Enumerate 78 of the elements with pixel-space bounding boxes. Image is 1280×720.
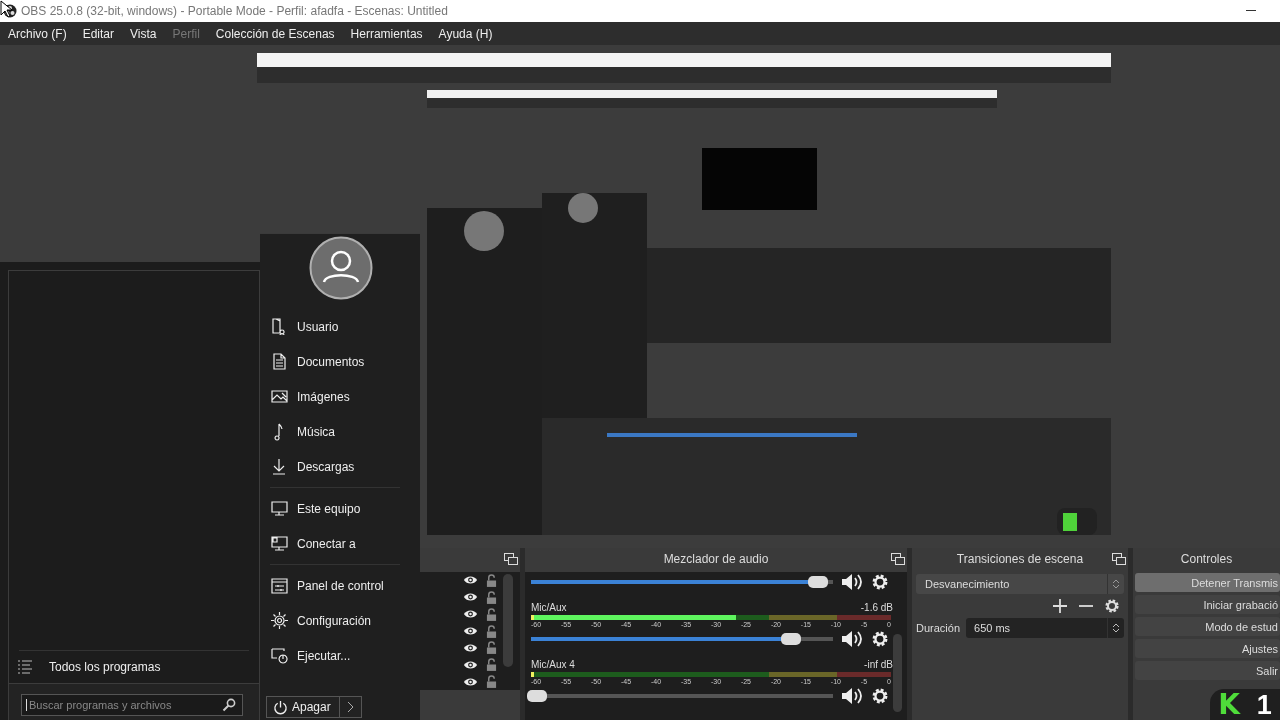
undock-icon[interactable] (891, 553, 905, 565)
settings-icon[interactable] (871, 687, 889, 705)
eye-icon[interactable] (463, 609, 478, 620)
transition-dropdown[interactable]: Desvanecimiento (916, 574, 1124, 594)
control-button[interactable]: Salir (1135, 661, 1280, 680)
menu-item[interactable]: Vista (122, 26, 165, 41)
all-programs-item[interactable]: Todos los programas (9, 651, 259, 683)
logo-letter: K (1218, 689, 1240, 720)
control-button[interactable]: Iniciar grabació (1135, 595, 1280, 614)
speaker-icon[interactable] (841, 687, 863, 705)
start-menu-item[interactable]: Panel de control (270, 568, 400, 603)
menu-item[interactable]: Colección de Escenas (207, 26, 343, 41)
dock-title: Transiciones de escena (956, 552, 1084, 566)
spinner-arrows-icon[interactable] (1112, 622, 1120, 634)
logo-number: 1 (1256, 689, 1272, 720)
start-menu-item[interactable]: Descargas (270, 449, 400, 484)
channel-name: Mic/Aux 4 (531, 659, 575, 670)
start-menu-item[interactable]: Usuario (270, 309, 400, 344)
lock-icon[interactable] (486, 658, 497, 672)
avatar[interactable] (309, 236, 373, 300)
chevron-right-icon (346, 701, 355, 713)
list-icon (17, 659, 33, 675)
duration-field[interactable]: 650 ms (966, 618, 1124, 638)
settings-icon (270, 611, 289, 630)
start-menu-item[interactable]: Imágenes (270, 379, 400, 414)
lock-icon[interactable] (486, 624, 497, 638)
speaker-icon[interactable] (841, 573, 863, 591)
shutdown-button[interactable]: Apagar (266, 696, 340, 718)
settings-icon[interactable] (871, 573, 889, 591)
eye-icon[interactable] (463, 592, 478, 603)
eye-icon[interactable] (463, 575, 478, 586)
scrollbar[interactable] (503, 574, 513, 667)
lock-icon[interactable] (486, 573, 497, 587)
channel-reading: -inf dB (864, 659, 893, 670)
control-button[interactable]: Modo de estud (1135, 617, 1280, 636)
window-title: OBS 25.0.8 (32-bit, windows) - Portable Mode - Perfil: afadfa - Escenas: Untitled (21, 4, 448, 18)
lock-icon[interactable] (486, 641, 497, 655)
duration-label: Duración (916, 622, 961, 634)
lock-icon[interactable] (486, 590, 497, 604)
start-menu-item[interactable]: Música (270, 414, 400, 449)
image-icon (270, 387, 289, 406)
start-menu-item[interactable]: Conectar a (270, 526, 400, 561)
add-icon[interactable] (1052, 598, 1068, 614)
eye-icon[interactable] (463, 626, 478, 636)
network-monitor-icon (270, 534, 289, 553)
undock-icon[interactable] (1112, 553, 1126, 565)
settings-icon[interactable] (871, 630, 889, 648)
power-icon (273, 699, 288, 715)
channel-reading: -1.6 dB (860, 602, 893, 613)
start-menu-item[interactable]: Ejecutar... (270, 638, 400, 673)
channel-name: Mic/Aux (531, 602, 567, 613)
menu-item[interactable]: Herramientas (342, 26, 431, 41)
menu-item[interactable]: Archivo (F) (0, 26, 75, 41)
search-field[interactable]: Buscar programas y archivos (21, 694, 243, 716)
search-icon[interactable] (222, 698, 236, 712)
lock-icon[interactable] (486, 607, 497, 621)
eye-icon[interactable] (463, 659, 478, 670)
menu-item[interactable]: Ayuda (H) (430, 26, 501, 41)
dock-title: Controles (1180, 552, 1233, 566)
monitor-icon (270, 499, 289, 518)
start-menu-item[interactable]: Documentos (270, 344, 400, 379)
undock-icon[interactable] (504, 553, 518, 565)
settings-icon[interactable] (1104, 598, 1120, 614)
start-menu-item[interactable]: Configuración (270, 603, 400, 638)
scrollbar[interactable] (893, 634, 902, 712)
menu-item[interactable]: Editar (74, 26, 123, 41)
run-icon (270, 646, 289, 665)
eye-icon[interactable] (463, 642, 478, 653)
control-button[interactable]: Ajustes (1135, 639, 1280, 658)
start-menu-item[interactable]: Este equipo (270, 491, 400, 526)
eye-icon[interactable] (463, 676, 478, 687)
lock-icon[interactable] (486, 675, 497, 689)
speaker-icon[interactable] (841, 630, 863, 648)
minimize-icon[interactable] (1246, 10, 1256, 12)
dock-title: Mezclador de audio (663, 552, 769, 566)
control-button[interactable]: Detener Transmis (1135, 573, 1280, 592)
control-panel-icon (270, 576, 289, 595)
document-icon (270, 352, 289, 371)
